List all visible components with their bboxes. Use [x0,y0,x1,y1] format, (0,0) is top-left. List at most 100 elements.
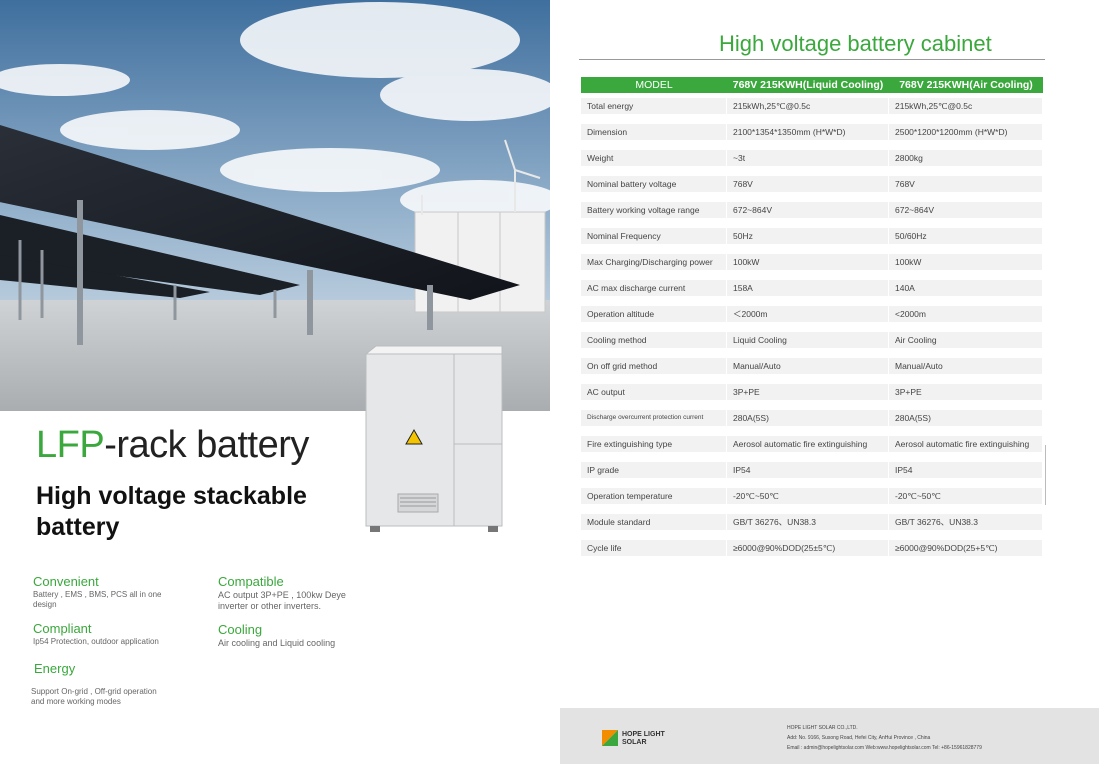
header-model: MODEL [581,77,727,93]
header-liquid-cooling: 768V 215KWH(Liquid Cooling) [727,77,889,93]
row-value-liquid: Manual/Auto [727,353,889,379]
row-value-air: 100kW [889,249,1043,275]
row-value-liquid: -20℃~50℃ [727,483,889,509]
row-value-liquid: GB/T 36276、UN38.3 [727,509,889,535]
row-label: Nominal battery voltage [581,171,727,197]
row-value-air: -20℃~50℃ [889,483,1043,509]
row-value-air: GB/T 36276、UN38.3 [889,509,1043,535]
row-value-air: <2000m [889,301,1043,327]
row-label: Total energy [581,93,727,119]
table-row: Weight ~3t 2800kg [581,145,1043,171]
title-divider [579,59,1045,60]
feature-desc: AC output 3P+PE , 100kw Deye inverter or… [218,590,346,611]
row-value-air: 768V [889,171,1043,197]
row-label: On off grid method [581,353,727,379]
table-row: Battery working voltage range 672~864V 672… [581,197,1043,223]
row-value-liquid: 158A [727,275,889,301]
row-value-air: IP54 [889,457,1043,483]
footer-contact: Email : admin@hopelightsolar.com Web:www… [787,745,982,751]
table-row: Cycle life ≥6000@90%DOD(25±5℃) ≥6000@90%DO… [581,535,1043,561]
row-value-liquid: 672~864V [727,197,889,223]
battery-cabinet-image [364,344,504,532]
table-row: Max Charging/Discharging power 100kW 100kW [581,249,1043,275]
row-label: Cooling method [581,327,727,353]
hero-title: LFP-rack battery [36,424,309,467]
row-value-air: 215kWh,25℃@0.5c [889,93,1043,119]
row-label: Max Charging/Discharging power [581,249,727,275]
logo-line2: SOLAR [622,739,647,746]
footer-address: Add: No. 9166, Susong Road, Hefei City, … [787,735,931,741]
row-label: Battery working voltage range [581,197,727,223]
row-value-air: Manual/Auto [889,353,1043,379]
row-value-liquid: 768V [727,171,889,197]
cabinet-title: High voltage battery cabinet [719,31,992,56]
row-value-liquid: ＜2000m [727,301,889,327]
table-row: AC output 3P+PE 3P+PE [581,379,1043,405]
feature-compatible: Compatible AC output 3P+PE , 100kw Deye … [218,574,378,612]
footer-company: HOPE LIGHT SOLAR CO.,LTD. [787,725,858,731]
row-label: Cycle life [581,535,727,561]
row-label: Weight [581,145,727,171]
spec-table-header: MODEL 768V 215KWH(Liquid Cooling) 768V 2… [581,77,1043,93]
row-value-liquid: 3P+PE [727,379,889,405]
battery-cabinet-illustration [364,345,503,532]
row-label: Nominal Frequency [581,223,727,249]
row-value-air: 2800kg [889,145,1043,171]
feature-heading: Compatible [218,574,284,589]
hope-light-logo-icon [602,730,618,746]
header-air-cooling: 768V 215KWH(Air Cooling) [889,77,1043,93]
row-value-liquid: ~3t [727,145,889,171]
row-label: AC max discharge current [581,275,727,301]
table-row: Nominal battery voltage 768V 768V [581,171,1043,197]
logo-line1: HOPE LIGHT [622,731,665,738]
row-value-liquid: Liquid Cooling [727,327,889,353]
table-side-rule [1045,445,1046,505]
table-row: Cooling method Liquid Cooling Air Cooling [581,327,1043,353]
hero-title-accent: LFP [36,424,105,466]
feature-desc: Battery , EMS , BMS, PCS all in one desi… [33,590,162,609]
spec-table: MODEL 768V 215KWH(Liquid Cooling) 768V 2… [581,77,1043,561]
table-row: Nominal Frequency 50Hz 50/60Hz [581,223,1043,249]
table-row: Dimension 2100*1354*1350mm (H*W*D) 2500*12… [581,119,1043,145]
row-value-liquid: 50Hz [727,223,889,249]
row-label: Module standard [581,509,727,535]
table-row: Module standard GB/T 36276、UN38.3 GB/T 362… [581,509,1043,535]
feature-heading: Convenient [33,574,99,589]
feature-desc: Support On-grid , Off-grid operation and… [31,687,157,706]
row-label: IP grade [581,457,727,483]
row-value-liquid: 2100*1354*1350mm (H*W*D) [727,119,889,145]
feature-heading: Cooling [218,622,263,637]
row-label: Fire extinguishing type [581,431,727,457]
feature-desc: Air cooling and Liquid cooling [218,638,336,648]
left-panel: LFP-rack battery High voltage stackable … [0,0,550,764]
row-label: Dimension [581,119,727,145]
row-value-air: 3P+PE [889,379,1043,405]
row-value-air: 2500*1200*1200mm (H*W*D) [889,119,1043,145]
row-value-liquid: IP54 [727,457,889,483]
row-value-air: 140A [889,275,1043,301]
feature-energy: Energy Support On-grid , Off-grid operat… [31,661,166,707]
row-value-air: ≥6000@90%DOD(25+5℃) [889,535,1043,561]
row-value-liquid: 215kWh,25℃@0.5c [727,93,889,119]
row-label: Operation temperature [581,483,727,509]
table-row: IP grade IP54 IP54 [581,457,1043,483]
row-value-air: Aerosol automatic fire extinguishing [889,431,1043,457]
row-value-air: 280A(5S) [889,405,1043,431]
row-value-liquid: 100kW [727,249,889,275]
table-row: Discharge overcurrent protection current… [581,405,1043,431]
logo-text: HOPE LIGHT SOLAR [622,731,665,747]
table-row: Operation altitude ＜2000m <2000m [581,301,1043,327]
row-value-air: 50/60Hz [889,223,1043,249]
row-label: Operation altitude [581,301,727,327]
feature-compliant: Compliant Ip54 Protection, outdoor appli… [33,621,193,647]
row-label: Discharge overcurrent protection current [581,405,727,431]
row-value-air: 672~864V [889,197,1043,223]
table-row: On off grid method Manual/Auto Manual/Auto [581,353,1043,379]
hero-subtitle: High voltage stackable battery [36,482,307,541]
row-value-air: Air Cooling [889,327,1043,353]
table-row: Fire extinguishing type Aerosol automatic… [581,431,1043,457]
feature-heading: Energy [34,661,76,676]
hero-title-rest: -rack battery [104,424,309,466]
row-value-liquid: ≥6000@90%DOD(25±5℃) [727,535,889,561]
feature-desc: Ip54 Protection, outdoor application [33,637,159,646]
